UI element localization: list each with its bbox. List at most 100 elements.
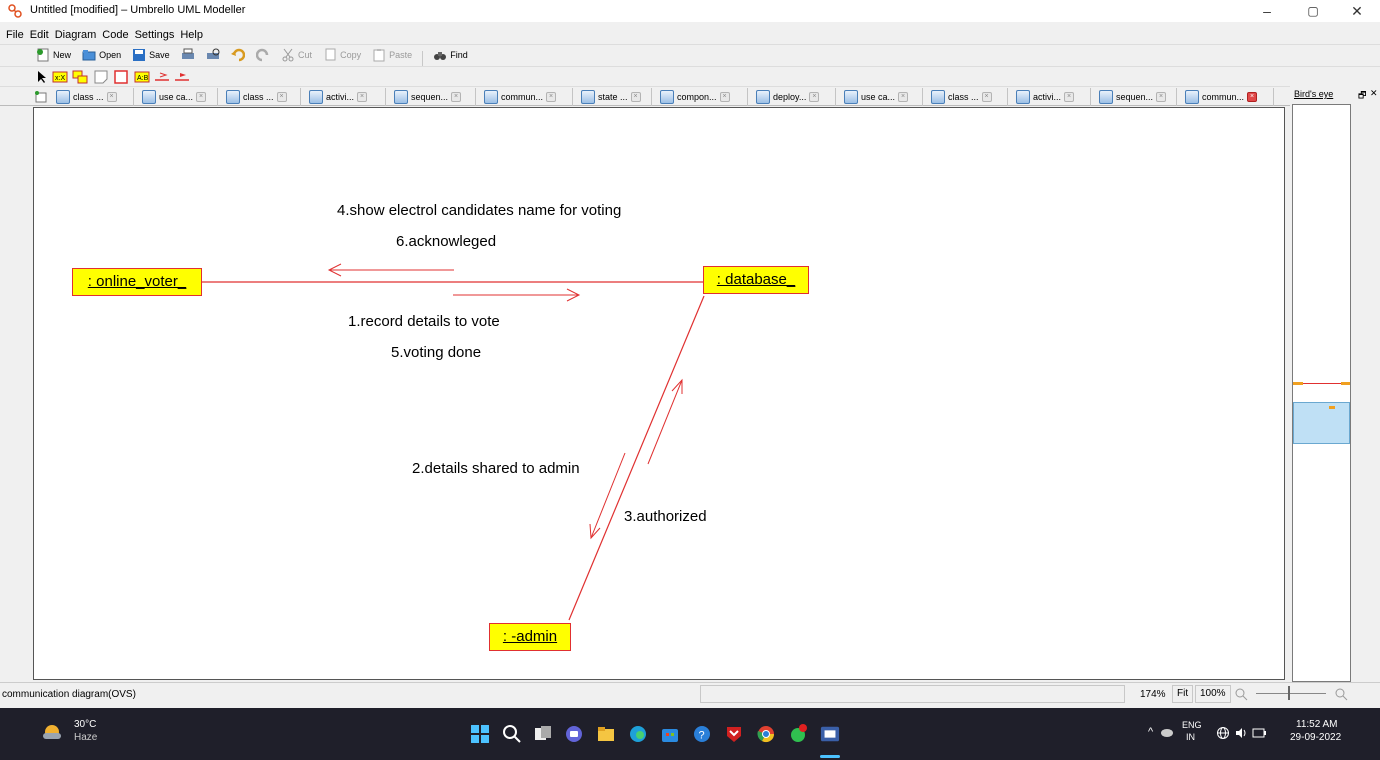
paste-button[interactable]: Paste xyxy=(368,45,416,65)
select-arrow-icon[interactable] xyxy=(36,70,48,84)
tab-close-icon[interactable]: × xyxy=(1064,92,1075,102)
tab-usecase-diagram[interactable]: use ca... × xyxy=(138,88,218,106)
zoom-slider-handle[interactable] xyxy=(1288,686,1290,700)
cloud-icon[interactable] xyxy=(1160,726,1174,738)
tab-close-icon[interactable]: × xyxy=(981,92,992,102)
chevron-up-icon[interactable]: ^ xyxy=(1148,726,1153,738)
menu-settings[interactable]: Settings xyxy=(132,28,178,42)
clock-date[interactable]: 29-09-2022 xyxy=(1290,732,1341,743)
float-icon[interactable]: 🗗 xyxy=(1358,88,1366,104)
task-view-icon[interactable] xyxy=(533,724,553,744)
tab-close-icon[interactable]: × xyxy=(1247,92,1258,102)
close-panel-icon[interactable]: ✕ xyxy=(1370,88,1378,99)
close-button[interactable]: ✕ xyxy=(1334,0,1380,22)
tab-close-icon[interactable]: × xyxy=(898,92,909,102)
fit-button[interactable]: Fit xyxy=(1172,685,1194,703)
box-tool-icon[interactable] xyxy=(114,70,128,84)
tab-sequence-diagram[interactable]: sequen... × xyxy=(1095,88,1177,106)
region-indicator[interactable]: IN xyxy=(1186,732,1195,742)
zoom-100-button[interactable]: 100% xyxy=(1195,685,1231,703)
tab-close-icon[interactable]: × xyxy=(630,92,641,102)
tab-class-diagram[interactable]: class ... × xyxy=(222,88,301,106)
message-5-label[interactable]: 5.voting done xyxy=(391,344,481,361)
clock-time[interactable]: 11:52 AM xyxy=(1296,719,1338,730)
message-1-label[interactable]: 1.record details to vote xyxy=(348,313,500,330)
object-tool-icon[interactable]: x:X xyxy=(52,70,68,84)
tab-close-icon[interactable]: × xyxy=(451,92,462,102)
tab-usecase-diagram[interactable]: use ca... × xyxy=(840,88,923,106)
birds-eye-viewport[interactable] xyxy=(1293,402,1350,444)
tab-communication-diagram[interactable]: commun... × xyxy=(480,88,573,106)
windows-start-icon[interactable] xyxy=(470,724,490,744)
search-icon[interactable] xyxy=(502,724,522,744)
text-tool-icon[interactable]: A:B xyxy=(134,70,150,84)
redo-button[interactable] xyxy=(252,45,274,65)
edge-browser-icon[interactable] xyxy=(628,724,648,744)
birds-eye-view[interactable] xyxy=(1292,104,1351,682)
whatsapp-icon[interactable] xyxy=(788,724,808,744)
diagram-canvas[interactable]: : online_voter_ : database_ : -admin 4.s… xyxy=(33,107,1285,680)
multi-object-tool-icon[interactable] xyxy=(72,70,88,84)
tab-activity-diagram[interactable]: activi... × xyxy=(305,88,386,106)
tab-component-diagram[interactable]: compon... × xyxy=(656,88,748,106)
async-message-tool-icon[interactable] xyxy=(174,70,190,84)
menu-file[interactable]: File xyxy=(0,28,27,42)
chrome-icon[interactable] xyxy=(756,724,776,744)
tab-close-icon[interactable]: × xyxy=(546,92,557,102)
tab-close-icon[interactable]: × xyxy=(357,92,368,102)
restore-button[interactable]: ▢ xyxy=(1290,0,1336,22)
tab-deployment-diagram[interactable]: deploy... × xyxy=(752,88,836,106)
note-tool-icon[interactable] xyxy=(94,70,108,84)
mcafee-icon[interactable] xyxy=(724,724,744,744)
object-admin[interactable]: : -admin xyxy=(489,623,571,651)
tab-close-icon[interactable]: × xyxy=(809,92,820,102)
print-preview-button[interactable] xyxy=(202,45,224,65)
new-tab-icon[interactable] xyxy=(34,90,48,104)
tab-state-diagram[interactable]: state ... × xyxy=(577,88,652,106)
message-4-label[interactable]: 4.show electrol candidates name for voti… xyxy=(337,202,621,219)
menu-help[interactable]: Help xyxy=(177,28,206,42)
tab-label: state ... xyxy=(598,92,628,102)
tab-class-diagram[interactable]: class ... × xyxy=(927,88,1008,106)
copy-button[interactable]: Copy xyxy=(319,45,365,65)
microsoft-store-icon[interactable] xyxy=(660,724,680,744)
file-explorer-icon[interactable] xyxy=(596,724,616,744)
tab-close-icon[interactable]: × xyxy=(106,92,117,102)
weather-haze-icon[interactable] xyxy=(40,720,64,744)
open-button[interactable]: Open xyxy=(78,45,125,65)
tab-close-icon[interactable]: × xyxy=(1156,92,1167,102)
tab-close-icon[interactable]: × xyxy=(196,92,207,102)
find-button[interactable]: Find xyxy=(429,45,472,65)
print-button[interactable] xyxy=(177,45,199,65)
undo-button[interactable] xyxy=(227,45,249,65)
help-icon[interactable]: ? xyxy=(692,724,712,744)
tab-close-icon[interactable]: × xyxy=(719,92,730,102)
message-2-label[interactable]: 2.details shared to admin xyxy=(412,460,580,477)
tab-activity-diagram[interactable]: activi... × xyxy=(1012,88,1091,106)
save-button[interactable]: Save xyxy=(128,45,174,65)
volume-icon[interactable] xyxy=(1234,726,1248,740)
new-button[interactable]: New xyxy=(0,45,75,65)
object-database[interactable]: : database_ xyxy=(703,266,809,294)
menu-diagram[interactable]: Diagram xyxy=(52,28,100,42)
message-6-label[interactable]: 6.acknowleged xyxy=(396,233,496,250)
zoom-out-icon[interactable] xyxy=(1234,687,1248,701)
cut-button[interactable]: Cut xyxy=(277,45,316,65)
zoom-slider[interactable] xyxy=(1256,693,1326,694)
language-indicator[interactable]: ENG xyxy=(1182,720,1202,730)
message-tool-icon[interactable] xyxy=(154,70,170,84)
tab-sequence-diagram[interactable]: sequen... × xyxy=(390,88,476,106)
object-online-voter[interactable]: : online_voter_ xyxy=(72,268,202,296)
zoom-in-icon[interactable] xyxy=(1334,687,1348,701)
teams-chat-icon[interactable] xyxy=(564,724,584,744)
minimize-button[interactable]: – xyxy=(1244,0,1290,22)
message-3-label[interactable]: 3.authorized xyxy=(624,508,707,525)
network-globe-icon[interactable] xyxy=(1216,726,1230,740)
tab-communication-diagram[interactable]: commun... × xyxy=(1181,88,1274,106)
umbrello-taskbar-icon[interactable] xyxy=(820,724,840,744)
battery-icon[interactable] xyxy=(1252,728,1266,738)
menu-code[interactable]: Code xyxy=(99,28,131,42)
menu-edit[interactable]: Edit xyxy=(27,28,52,42)
tab-class-diagram[interactable]: class ... × xyxy=(52,88,134,106)
tab-close-icon[interactable]: × xyxy=(276,92,287,102)
